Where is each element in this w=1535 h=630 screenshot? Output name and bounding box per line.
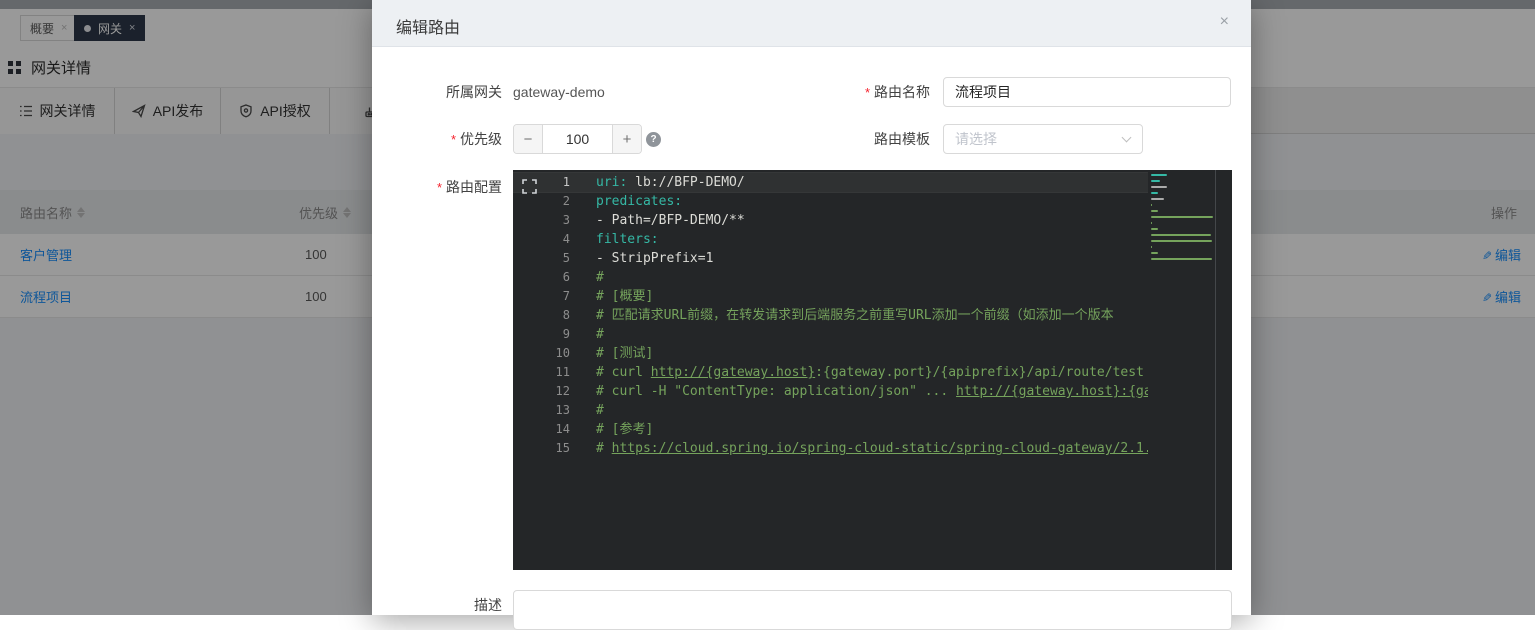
route-name-label: *路由名称	[772, 77, 930, 108]
line-number: 5	[513, 249, 570, 268]
code-line: 15# https://cloud.spring.io/spring-cloud…	[513, 439, 1148, 458]
route-name-input[interactable]	[943, 77, 1231, 107]
minimap-line	[1151, 252, 1158, 254]
description-input[interactable]	[513, 590, 1232, 630]
code-editor[interactable]: 1uri: lb://BFP-DEMO/2predicates:3- Path=…	[513, 170, 1232, 570]
required-asterisk: *	[451, 132, 456, 147]
minimap[interactable]	[1148, 174, 1215, 566]
chevron-down-icon	[1122, 133, 1132, 143]
line-number: 15	[513, 439, 570, 458]
description-label: 描述	[372, 590, 502, 620]
code-line: 4filters:	[513, 230, 1148, 249]
minimap-divider	[1215, 170, 1216, 570]
minimap-line	[1151, 180, 1160, 182]
code-line: 2predicates:	[513, 192, 1148, 211]
config-label: *路由配置	[372, 172, 502, 203]
template-label: 路由模板	[772, 124, 930, 154]
fullscreen-icon[interactable]	[522, 179, 537, 194]
increment-button[interactable]: +	[613, 125, 641, 153]
code-lines[interactable]: 1uri: lb://BFP-DEMO/2predicates:3- Path=…	[513, 170, 1148, 570]
line-number: 12	[513, 382, 570, 401]
line-number: 4	[513, 230, 570, 249]
minimap-line	[1151, 204, 1152, 206]
modal-title: 编辑路由	[396, 14, 460, 38]
minimap-line	[1151, 258, 1212, 260]
priority-value[interactable]: 100	[542, 125, 613, 153]
edit-route-modal: 编辑路由 × 所属网关 gateway-demo *路由名称 *优先级 − 10…	[372, 0, 1251, 615]
code-line: 5- StripPrefix=1	[513, 249, 1148, 268]
gateway-field-value: gateway-demo	[513, 77, 605, 107]
line-number: 14	[513, 420, 570, 439]
required-asterisk: *	[437, 180, 442, 195]
code-line: 12# curl -H "ContentType: application/js…	[513, 382, 1148, 401]
priority-stepper: − 100 +	[513, 124, 642, 154]
code-line: 13#	[513, 401, 1148, 420]
minimap-line	[1151, 240, 1212, 242]
required-asterisk: *	[865, 85, 870, 100]
line-number: 11	[513, 363, 570, 382]
line-number: 13	[513, 401, 570, 420]
code-line: 14# [参考]	[513, 420, 1148, 439]
minimap-line	[1151, 246, 1152, 248]
minimap-line	[1151, 222, 1152, 224]
template-select[interactable]: 请选择	[943, 124, 1143, 154]
line-number: 8	[513, 306, 570, 325]
decrement-button[interactable]: −	[514, 125, 542, 153]
select-placeholder: 请选择	[955, 131, 997, 147]
gateway-field-label: 所属网关	[372, 77, 502, 107]
close-icon[interactable]: ×	[1220, 13, 1229, 31]
code-line: 6#	[513, 268, 1148, 287]
priority-label: *优先级	[372, 124, 502, 155]
minimap-line	[1151, 210, 1158, 212]
minimap-line	[1151, 234, 1211, 236]
line-number: 7	[513, 287, 570, 306]
minimap-line	[1151, 198, 1164, 200]
line-number: 6	[513, 268, 570, 287]
line-number: 10	[513, 344, 570, 363]
code-line: 9#	[513, 325, 1148, 344]
minimap-line	[1151, 228, 1158, 230]
code-line: 7# [概要]	[513, 287, 1148, 306]
line-number: 3	[513, 211, 570, 230]
code-line: 8# 匹配请求URL前缀，在转发请求到后端服务之前重写URL添加一个前缀（如添加…	[513, 306, 1148, 325]
code-line: 1uri: lb://BFP-DEMO/	[513, 173, 1148, 192]
code-line: 11# curl http://{gateway.host}:{gateway.…	[513, 363, 1148, 382]
code-line: 3- Path=/BFP-DEMO/**	[513, 211, 1148, 230]
modal-header: 编辑路由 ×	[372, 0, 1251, 47]
minimap-line	[1151, 192, 1158, 194]
minimap-line	[1151, 216, 1213, 218]
minimap-line	[1151, 174, 1167, 176]
line-number: 9	[513, 325, 570, 344]
minimap-line	[1151, 186, 1167, 188]
help-icon[interactable]: ?	[646, 132, 661, 147]
code-line: 10# [测试]	[513, 344, 1148, 363]
line-number: 2	[513, 192, 570, 211]
